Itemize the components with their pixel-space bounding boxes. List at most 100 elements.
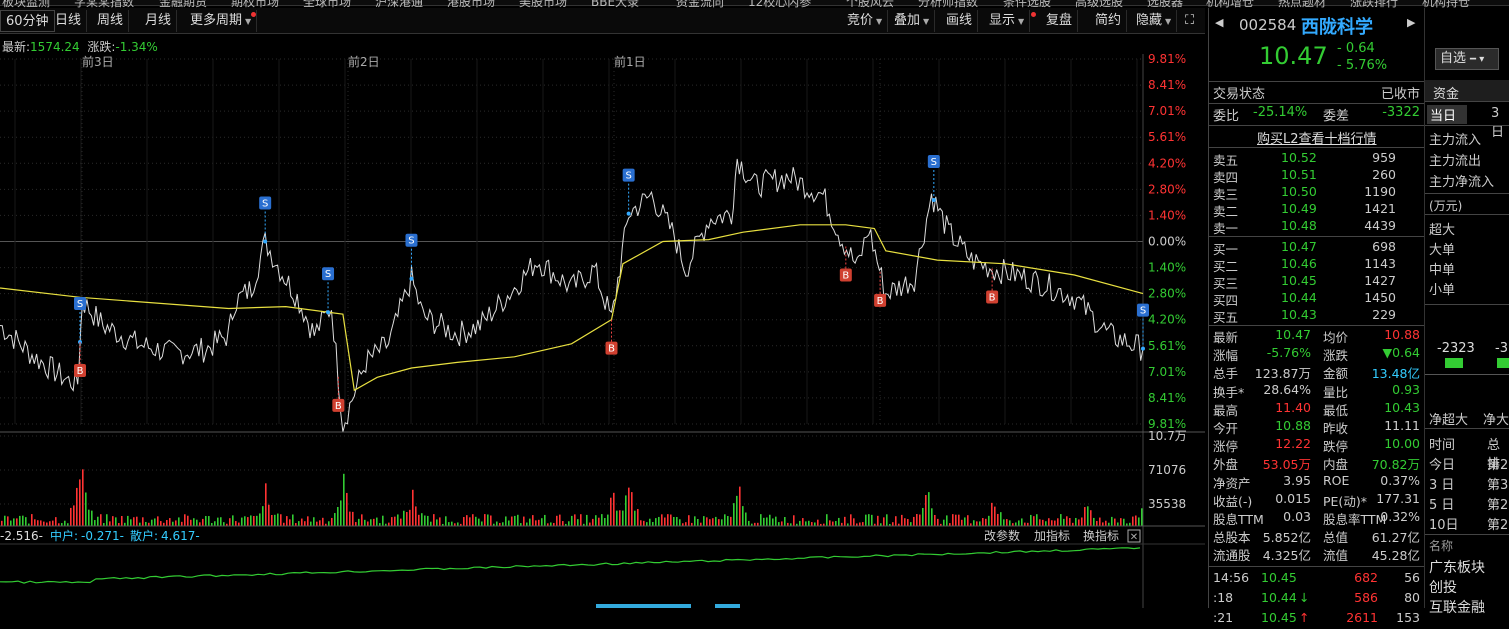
volume-bar [538,519,540,526]
volume-bar [511,516,513,526]
volume-bar [946,515,948,526]
stat-value: 10.88 [1384,327,1420,342]
caret-down-icon: ▼ [1165,17,1172,26]
simple-button[interactable]: 简约 [1090,10,1128,32]
wb-label: 委比 [1213,109,1240,124]
funds-tab[interactable]: 资金 [1433,83,1459,102]
stat-row: 换手* 28.64% 量比 0.93 [1209,382,1424,400]
volume-bar [730,516,732,526]
volume-bar [484,514,486,526]
intraday-chart[interactable]: 前3日 前2日 前1日 9.81% 8.41% 7.01% 5.61% 4.20% 2.80% 1… [0,54,1205,608]
hide-button[interactable]: 隐藏 ▼ [1131,10,1178,32]
volume-bar [376,517,378,526]
volume-bar [22,515,24,526]
order-size-label: 大单 [1429,243,1456,258]
volume-bar [175,520,177,526]
volume-bar [997,513,999,526]
sector-item[interactable]: 创投 [1429,577,1457,597]
y-axis-label: 5.61% [1148,130,1186,144]
right-arrow-icon[interactable]: ▶ [1407,16,1415,29]
today-tab[interactable]: 当日 [1427,105,1467,124]
week-line-button[interactable]: 周线 [92,10,130,32]
stat-label: 流值 [1323,548,1349,564]
ask-row[interactable]: 卖三 10.50 1190 [1209,184,1424,202]
tick-price: 10.44 [1261,589,1297,605]
bid-button[interactable]: 竞价 ▼ [842,10,889,32]
volume-bar [712,518,714,526]
period-label: 60分钟 [6,14,49,29]
sector-item[interactable]: 广东板块 [1429,557,1485,577]
ask-row[interactable]: 卖四 10.51 260 [1209,167,1424,185]
period-60min-button[interactable]: 60分钟 [0,10,55,32]
stat-label: 总手 [1213,366,1239,382]
sector-item[interactable]: 互联金融 [1429,597,1485,617]
stat-label: 涨跌 [1323,348,1349,364]
order-size-label: 中单 [1429,263,1456,278]
fullscreen-icon[interactable]: ⛶ [1180,10,1199,32]
stock-name[interactable]: 西陇科学 [1301,13,1373,39]
month-line-button[interactable]: 月线 [140,10,178,32]
day-line-button[interactable]: 日线 [50,10,88,32]
bid-row[interactable]: 买二 10.46 1143 [1209,256,1424,274]
sell-signal-dot [931,197,936,202]
ask-row[interactable]: 卖五 10.52 959 [1209,150,1424,168]
volume-bar [388,522,390,526]
stat-row: 收益(-) 0.015 PE(动)* 177.31 [1209,491,1424,509]
volume-bar [235,521,237,526]
bid-row[interactable]: 买三 10.45 1427 [1209,273,1424,291]
bid-row[interactable]: 买五 10.43 229 [1209,307,1424,325]
ask-volume: 260 [1372,167,1396,182]
draw-line-button[interactable]: 画线 [941,10,979,32]
sell-signal-label: S [262,199,268,210]
volume-bar [613,492,615,526]
overlay-button[interactable]: 叠加 ▼ [889,10,936,32]
volume-bar [1018,520,1020,526]
l2-purchase-link[interactable]: 购买L2查看十档行情 [1257,128,1377,147]
sell-signal-dot [1141,346,1145,351]
volume-bar [178,517,180,526]
volume-bar [760,514,762,526]
buy-signal-label: B [608,344,615,355]
three-day-tab[interactable]: 3日 [1491,106,1509,140]
bid-label: 竞价 [847,13,874,28]
bid-row[interactable]: 买一 10.47 698 [1209,239,1424,257]
volume-bar [508,520,510,526]
volume-bar [391,517,393,526]
close-icon[interactable]: ✕ [1130,532,1138,543]
more-period-button[interactable]: 更多周期 ▼ [185,10,258,32]
ask-row[interactable]: 卖一 10.48 4439 [1209,218,1424,236]
chart-toolbar: 60分钟 日线 周线 月线 更多周期 ▼ 竞价 ▼ 叠加 ▼ 画线 显示 ▼ 复盘 简约… [0,8,1205,34]
left-arrow-icon[interactable]: ◀ [1215,16,1223,29]
volume-bar [916,514,918,526]
volume-bar [556,515,558,526]
stat-label: 净资产 [1213,475,1251,491]
scroll-indicator[interactable] [596,604,691,608]
wb-value: -25.14% [1253,105,1308,120]
bid-row[interactable]: 买四 10.44 1450 [1209,290,1424,308]
fund-flow-label: 主力流入 [1429,133,1482,148]
volume-bar [109,521,111,526]
indicator-button[interactable]: 加指标 [1034,528,1070,543]
volume-bar [1087,506,1089,526]
volume-bar [463,517,465,526]
indicator-button[interactable]: 换指标 [1083,528,1119,543]
volume-bar [316,521,318,526]
tick-arrow-icon: ↓ [1299,589,1310,605]
volume-bar [622,510,624,526]
volume-bar [151,519,153,526]
stat-value: 10.00 [1384,436,1420,452]
stat-value: 0.32% [1380,509,1420,524]
buy-signal-label: B [877,296,884,307]
wc-value: -3322 [1382,105,1420,120]
volume-bar [319,520,321,526]
review-button[interactable]: 复盘 [1041,10,1079,32]
ask-row[interactable]: 卖二 10.49 1421 [1209,201,1424,219]
volume-bar [667,514,669,526]
volume-bar [436,519,438,526]
volume-bar [322,517,324,526]
volume-bar [958,514,960,526]
quote-panel: ◀ 002584 西陇科学 ▶ 10.47- 0.64- 5.76% 交易状态 已收市 委比 -… [1208,8,1499,625]
indicator-button[interactable]: 改参数 [984,528,1020,543]
display-button[interactable]: 显示 ▼ [984,10,1031,32]
scroll-indicator[interactable] [715,604,740,608]
